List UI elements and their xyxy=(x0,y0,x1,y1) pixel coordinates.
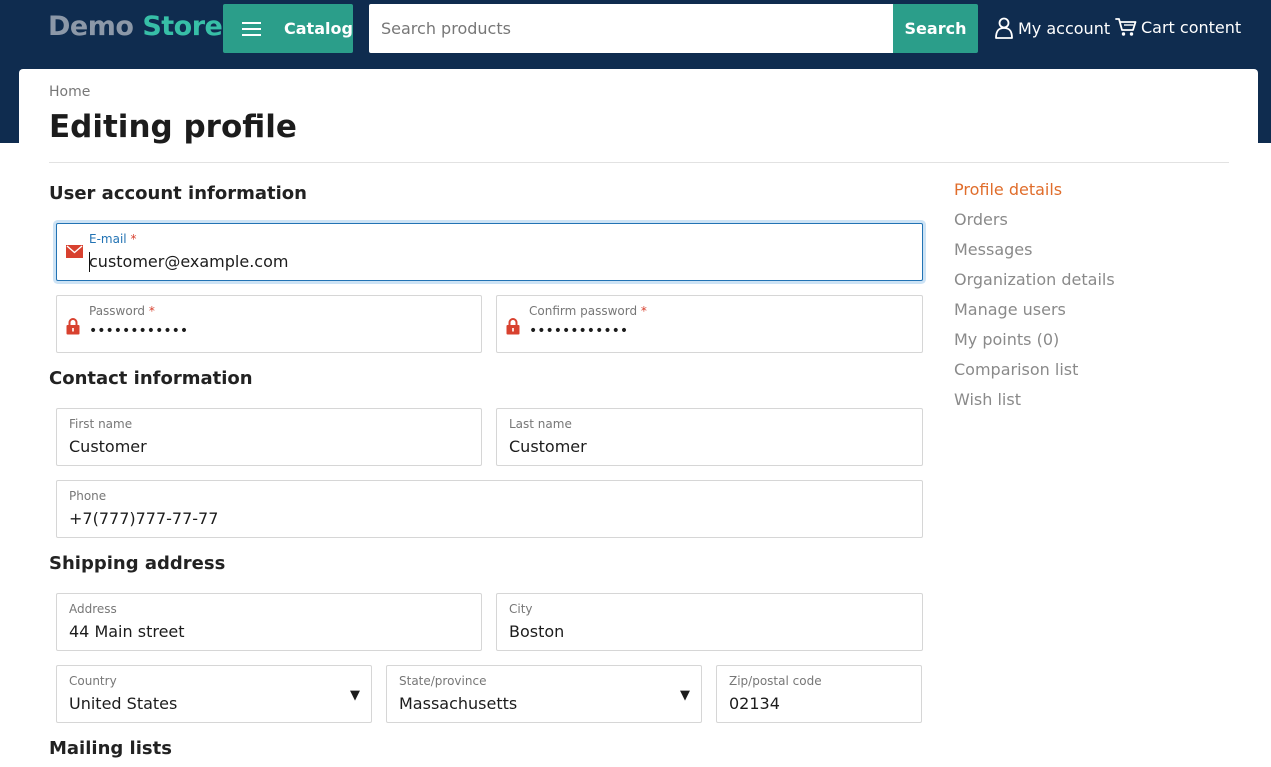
address-value: 44 Main street xyxy=(69,622,185,641)
section-heading-contact: Contact information xyxy=(49,368,253,389)
search-button[interactable]: Search xyxy=(893,4,978,53)
side-menu-manage-users[interactable]: Manage users xyxy=(954,300,1066,319)
catalog-button-label: Catalog xyxy=(284,19,353,38)
search-input[interactable] xyxy=(369,4,893,53)
lock-icon xyxy=(66,318,80,335)
zip-field[interactable]: Zip/postal code 02134 xyxy=(716,665,922,723)
phone-label: Phone xyxy=(69,489,107,503)
cart-label: Cart content xyxy=(1141,17,1242,37)
logo-text-demo: Demo xyxy=(48,11,134,42)
side-menu-my-points[interactable]: My points (0) xyxy=(954,330,1059,349)
chevron-down-icon: ▼ xyxy=(350,688,360,703)
first-name-label: First name xyxy=(69,417,133,431)
confirm-password-field[interactable]: Confirm password * •••••••••••• xyxy=(496,295,923,353)
city-label: City xyxy=(509,602,533,616)
breadcrumb-home[interactable]: Home xyxy=(49,84,90,100)
cart-link[interactable]: Cart content xyxy=(1115,17,1241,37)
password-value: •••••••••••• xyxy=(89,323,189,339)
confirm-password-value: •••••••••••• xyxy=(529,323,629,339)
side-menu-comparison-list[interactable]: Comparison list xyxy=(954,360,1078,379)
my-account-label: My account xyxy=(1018,18,1111,38)
user-icon xyxy=(995,17,1013,39)
lock-icon xyxy=(506,318,520,335)
side-menu-wish-list[interactable]: Wish list xyxy=(954,390,1021,409)
email-label: E-mail * xyxy=(89,232,137,246)
phone-field[interactable]: Phone +7(777)777-77-77 xyxy=(56,480,923,538)
cart-icon xyxy=(1115,18,1137,36)
password-field[interactable]: Password * •••••••••••• xyxy=(56,295,482,353)
page-title: Editing profile xyxy=(49,109,297,145)
first-name-value: Customer xyxy=(69,437,147,456)
first-name-field[interactable]: First name Customer xyxy=(56,408,482,466)
last-name-value: Customer xyxy=(509,437,587,456)
country-value: United States xyxy=(69,694,178,713)
side-menu-organization-details[interactable]: Organization details xyxy=(954,270,1115,289)
city-field[interactable]: City Boston xyxy=(496,593,923,651)
confirm-password-label: Confirm password * xyxy=(529,304,647,318)
my-account-link[interactable]: My account xyxy=(994,17,1110,39)
phone-value: +7(777)777-77-77 xyxy=(69,509,219,528)
title-divider xyxy=(49,162,1229,163)
password-label: Password * xyxy=(89,304,155,318)
email-value: customer@example.com xyxy=(89,252,289,271)
country-select[interactable]: Country United States ▼ xyxy=(56,665,372,723)
state-value: Massachusetts xyxy=(399,694,518,713)
side-menu-messages[interactable]: Messages xyxy=(954,240,1032,259)
hamburger-icon xyxy=(242,21,261,37)
chevron-down-icon: ▼ xyxy=(680,688,690,703)
address-label: Address xyxy=(69,602,117,616)
state-select[interactable]: State/province Massachusetts ▼ xyxy=(386,665,702,723)
store-logo[interactable]: Demo Store xyxy=(48,11,223,42)
last-name-label: Last name xyxy=(509,417,572,431)
section-heading-shipping: Shipping address xyxy=(49,553,226,574)
section-heading-account: User account information xyxy=(49,183,307,204)
section-heading-mailing: Mailing lists xyxy=(49,738,172,759)
zip-label: Zip/postal code xyxy=(729,674,822,688)
zip-value: 02134 xyxy=(729,694,780,713)
country-label: Country xyxy=(69,674,117,688)
city-value: Boston xyxy=(509,622,565,641)
email-field[interactable]: E-mail * customer@example.com xyxy=(56,223,923,281)
catalog-button[interactable]: Catalog xyxy=(223,4,353,53)
side-menu-profile-details[interactable]: Profile details xyxy=(954,180,1062,199)
envelope-icon xyxy=(66,245,83,258)
state-label: State/province xyxy=(399,674,487,688)
last-name-field[interactable]: Last name Customer xyxy=(496,408,923,466)
side-menu-orders[interactable]: Orders xyxy=(954,210,1008,229)
address-field[interactable]: Address 44 Main street xyxy=(56,593,482,651)
logo-text-store: Store xyxy=(142,11,223,42)
